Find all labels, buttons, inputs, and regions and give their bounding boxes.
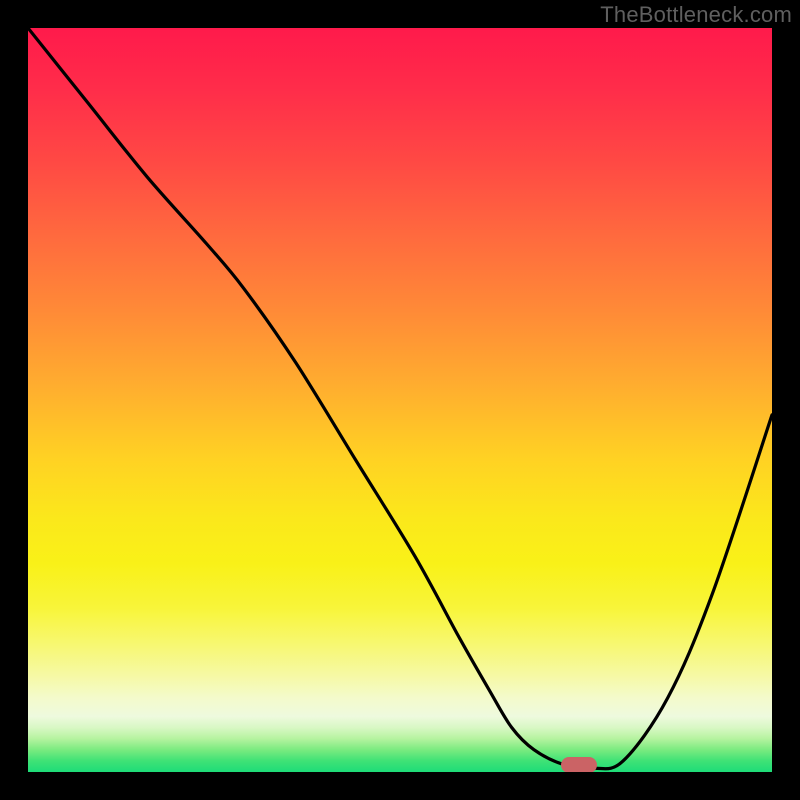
watermark-text: TheBottleneck.com: [600, 2, 792, 28]
plot-area: [28, 28, 772, 772]
chart-container: TheBottleneck.com: [0, 0, 800, 800]
optimal-point-marker: [561, 757, 597, 772]
bottleneck-curve-path: [28, 28, 772, 769]
curve-svg: [28, 28, 772, 772]
